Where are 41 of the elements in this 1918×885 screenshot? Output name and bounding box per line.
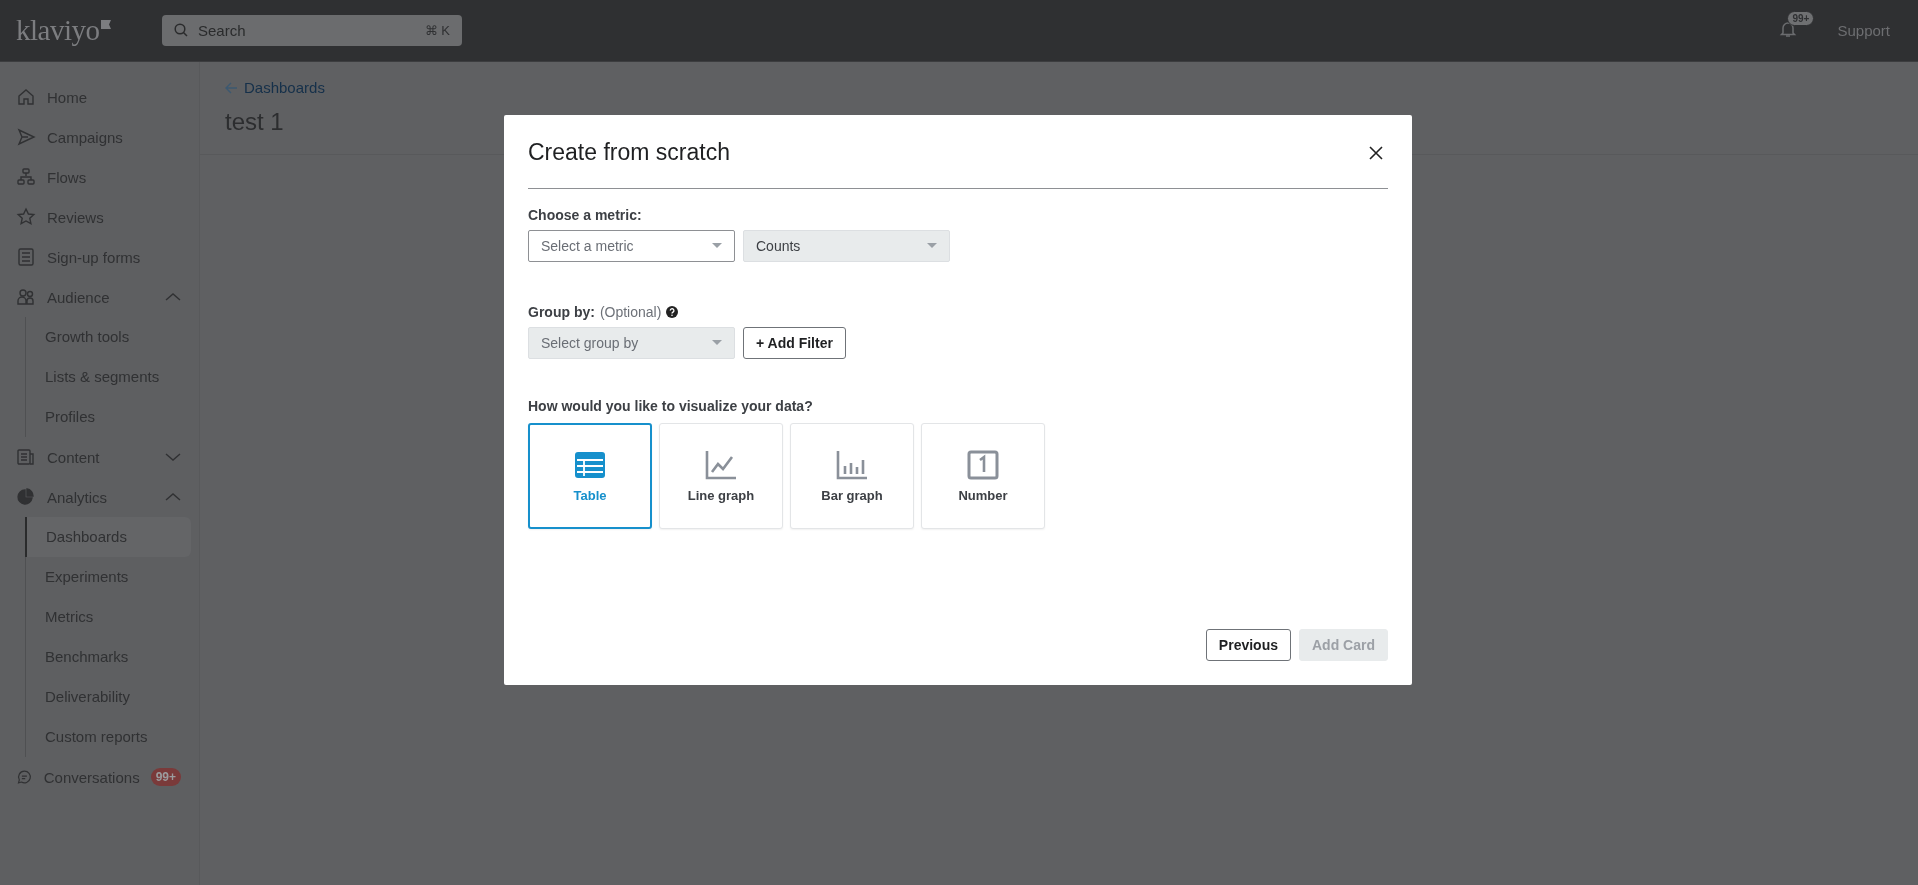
help-icon[interactable] bbox=[666, 306, 679, 318]
send-icon bbox=[16, 127, 36, 147]
metric-select[interactable]: Select a metric bbox=[528, 230, 735, 262]
caret-icon bbox=[712, 243, 722, 249]
field-label: How would you like to visualize your data? bbox=[528, 398, 814, 414]
newspaper-icon bbox=[16, 447, 36, 467]
field-label: Group by: bbox=[528, 304, 595, 320]
star-icon bbox=[16, 207, 36, 227]
chevron-icon[interactable] bbox=[165, 452, 181, 462]
visualization-option[interactable]: Table bbox=[528, 423, 652, 529]
chevron-icon[interactable] bbox=[165, 292, 181, 302]
caret-icon bbox=[927, 243, 937, 249]
form-icon bbox=[16, 247, 36, 267]
caret-icon bbox=[712, 340, 722, 346]
modal-title: Create from scratch bbox=[528, 139, 730, 166]
optional-hint: (Optional) bbox=[599, 304, 662, 320]
table-icon bbox=[573, 449, 607, 480]
support-link[interactable]: Support bbox=[1837, 22, 1890, 39]
count-badge: 99+ bbox=[150, 768, 181, 786]
back-link[interactable]: Dashboards bbox=[225, 79, 325, 96]
shortcut-hint: ⌘ K bbox=[424, 23, 450, 38]
arrow-left-icon bbox=[225, 81, 238, 94]
flow-icon bbox=[16, 167, 36, 187]
bar-chart-icon bbox=[835, 449, 869, 480]
home-icon bbox=[16, 87, 36, 107]
people-icon bbox=[16, 287, 36, 307]
notification-count: 99+ bbox=[1787, 10, 1815, 26]
previous-button[interactable]: Previous bbox=[1205, 629, 1291, 661]
logo[interactable]: klaviyo bbox=[16, 14, 100, 47]
chevron-icon[interactable] bbox=[165, 492, 181, 502]
add-filter-button[interactable]: + Add Filter bbox=[743, 327, 846, 359]
visualization-option[interactable]: Number bbox=[921, 423, 1045, 529]
field-label: Choose a metric: bbox=[528, 207, 643, 223]
flag-icon bbox=[100, 20, 111, 29]
close-icon bbox=[1368, 144, 1384, 161]
chat-icon bbox=[16, 767, 33, 787]
pie-chart-icon bbox=[16, 487, 36, 507]
visualization-option[interactable]: Bar graph bbox=[790, 423, 914, 529]
line-chart-icon bbox=[704, 449, 738, 480]
number-icon bbox=[966, 449, 1000, 480]
visualization-option[interactable]: Line graph bbox=[659, 423, 783, 529]
